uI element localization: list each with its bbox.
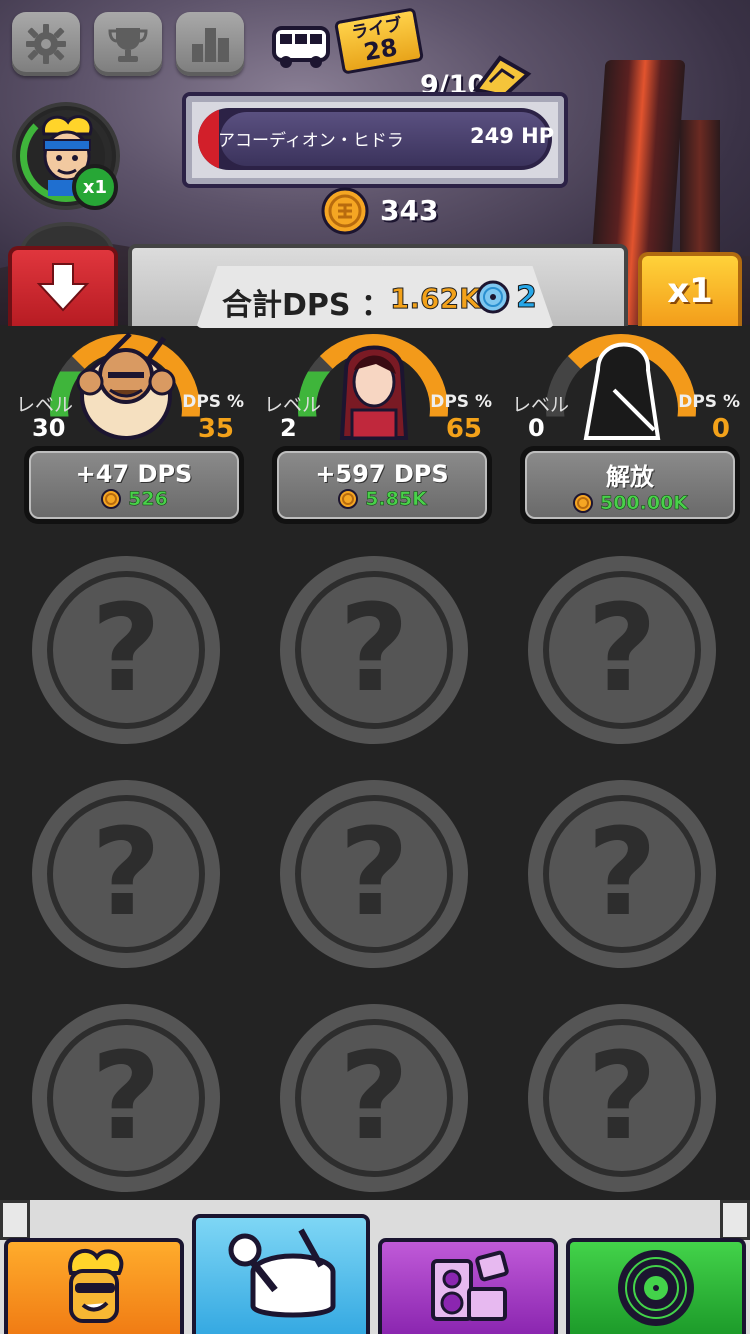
question-mark-icon: ? — [339, 804, 409, 943]
total-dps-label: 合計DPS ： — [222, 288, 391, 323]
unlock-title: 解放 — [606, 462, 654, 491]
hero-level: 30 — [32, 414, 66, 442]
coin-icon — [338, 489, 359, 509]
question-mark-icon: ? — [91, 804, 161, 943]
arrow-down-icon — [36, 263, 90, 312]
tour-bus-icon[interactable] — [270, 22, 332, 70]
upgrade-cost: 526 — [100, 488, 168, 510]
question-mark-icon: ? — [587, 804, 657, 943]
boss-hp-fill — [198, 108, 220, 170]
hero-dps-label: DPS % — [430, 392, 492, 412]
question-mark-icon: ? — [339, 580, 409, 719]
settings-button[interactable] — [12, 12, 80, 76]
locked-hero-slot[interactable]: ? — [32, 780, 220, 968]
hero-level: 2 — [280, 414, 297, 442]
collapse-panel-button[interactable] — [8, 246, 118, 326]
hero-level-label: レベル — [16, 394, 74, 416]
game-screen: ライブ 28 x1 9/10 アコーディオン・ヒドラ 249 HP 343 合計… — [0, 0, 750, 1334]
nav-corner-left — [0, 1200, 30, 1240]
upgrade-title: +597 DPS — [315, 460, 449, 488]
player-multiplier-badge: x1 — [72, 164, 118, 210]
drum-kit-icon — [228, 1228, 336, 1318]
singer-portrait-icon — [339, 345, 409, 440]
tab-records[interactable] — [566, 1238, 746, 1334]
tab-band-leader[interactable] — [4, 1238, 184, 1334]
locked-hero-slot[interactable]: ? — [528, 556, 716, 744]
hero-dps-percent: 0 — [711, 414, 730, 444]
gear-icon — [26, 24, 66, 64]
leaderboard-button[interactable] — [176, 12, 244, 76]
coin-icon — [101, 489, 122, 509]
unlock-cost: 500.00K — [572, 491, 689, 514]
hero-dps-percent: 65 — [445, 414, 482, 444]
hero-card-singer: レベル 2 DPS % 65 +597 DPS 5.85K — [254, 330, 494, 530]
speaker-amp-icon — [431, 1250, 509, 1321]
unlock-cost-value: 500.00K — [599, 491, 689, 514]
boss-name: アコーディオン・ヒドラ — [218, 131, 404, 151]
question-mark-icon: ? — [91, 580, 161, 719]
silhouette-portrait-icon — [583, 342, 661, 440]
locked-hero-slot[interactable]: ? — [528, 780, 716, 968]
upgrade-title: +47 DPS — [75, 460, 193, 488]
vinyl-record-icon — [618, 1250, 694, 1326]
hero-dps-label: DPS % — [678, 392, 740, 412]
locked-hero-slot[interactable]: ? — [280, 1004, 468, 1192]
total-dps-value: 1.62K — [390, 282, 482, 316]
locked-hero-slot[interactable]: ? — [280, 556, 468, 744]
trophy-icon — [108, 28, 148, 62]
hero-dps-label: DPS % — [182, 392, 244, 412]
locked-hero-slot[interactable]: ? — [32, 1004, 220, 1192]
hero-level-label: レベル — [512, 394, 570, 416]
locked-hero-slot[interactable]: ? — [528, 1004, 716, 1192]
disc-count: 2 — [516, 280, 538, 316]
live-number: 28 — [361, 32, 400, 67]
question-mark-icon: ? — [587, 1028, 657, 1167]
hero-upgrade-button[interactable]: +597 DPS 5.85K — [272, 446, 492, 524]
coin-icon — [572, 492, 593, 513]
upgrade-cost: 5.85K — [337, 488, 427, 510]
question-mark-icon: ? — [91, 1028, 161, 1167]
locked-hero-slot[interactable]: ? — [32, 556, 220, 744]
hero-level: 0 — [528, 414, 545, 442]
singer-icon — [68, 1248, 124, 1323]
hero-card-drummer: レベル 30 DPS % 35 +47 DPS 526 — [6, 330, 246, 530]
hero-card-locked-bassist: レベル 0 DPS % 0 解放 500.00K — [502, 330, 742, 530]
coin-icon — [321, 187, 369, 235]
leaderboard-icon — [192, 28, 229, 62]
nav-corner-right — [720, 1200, 750, 1240]
upgrade-cost-value: 526 — [128, 488, 168, 511]
hero-level-label: レベル — [264, 394, 322, 416]
tab-equipment[interactable] — [378, 1238, 558, 1334]
drummer-portrait-icon — [76, 332, 176, 440]
tab-band-members[interactable] — [192, 1214, 370, 1334]
hero-upgrade-button[interactable]: +47 DPS 526 — [24, 446, 244, 524]
hero-dps-percent: 35 — [197, 414, 234, 444]
coin-total: 343 — [380, 194, 439, 227]
question-mark-icon: ? — [339, 1028, 409, 1167]
question-mark-icon: ? — [587, 580, 657, 719]
boss-hp: 249 HP — [470, 124, 555, 148]
locked-hero-slot[interactable]: ? — [280, 780, 468, 968]
hero-unlock-button[interactable]: 解放 500.00K — [520, 446, 740, 524]
upgrade-cost-value: 5.85K — [365, 488, 427, 511]
disc-icon — [476, 280, 510, 314]
trophy-button[interactable] — [94, 12, 162, 76]
speed-multiplier-button[interactable]: x1 — [638, 252, 742, 326]
